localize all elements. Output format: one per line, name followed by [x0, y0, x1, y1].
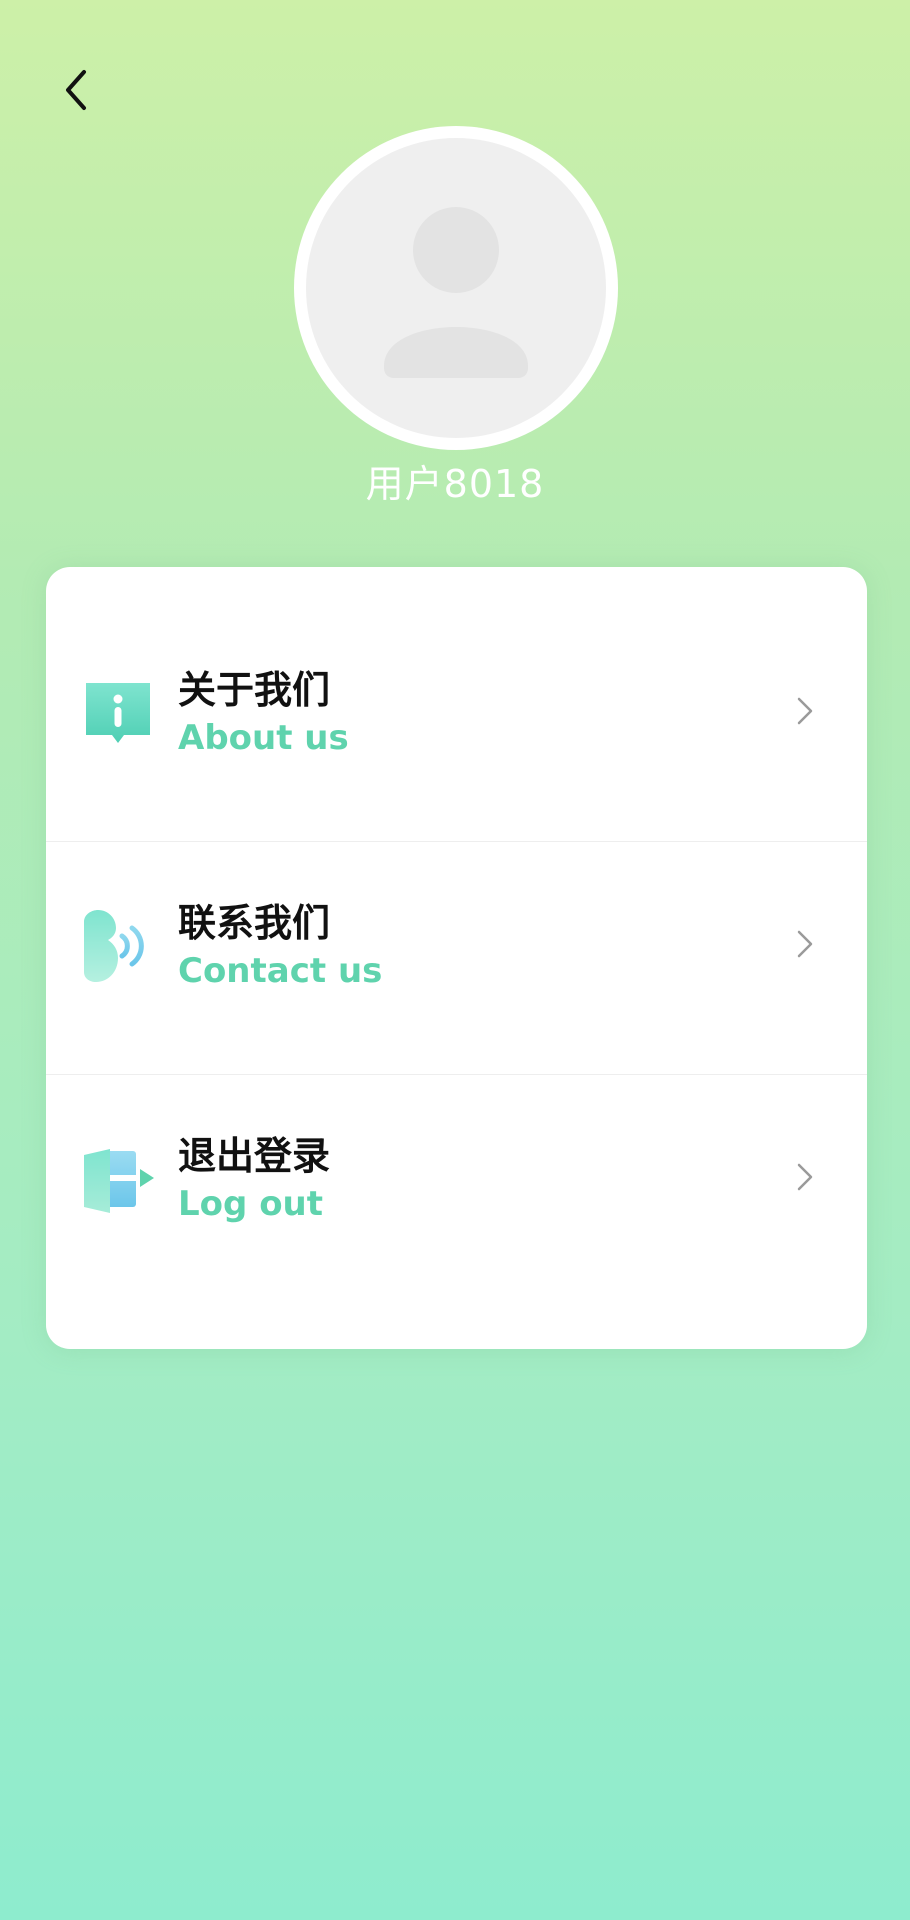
username: 用户8018	[365, 462, 545, 506]
menu-item-subtitle: Log out	[178, 1184, 324, 1224]
default-user-avatar-icon	[384, 207, 528, 378]
avatar-image	[306, 138, 606, 438]
menu-item-subtitle: About us	[178, 718, 349, 758]
menu-item-contact-us[interactable]: 联系我们 Contact us	[46, 828, 867, 1060]
menu-item-subtitle: Contact us	[178, 951, 383, 991]
chevron-left-icon	[66, 70, 86, 110]
chevron-right-icon	[795, 695, 815, 727]
menu-card: 关于我们 About us 联系我们 Contact us 退出登录 Log o…	[46, 567, 867, 1349]
menu-item-log-out[interactable]: 退出登录 Log out	[46, 1061, 867, 1293]
menu-item-title: 关于我们	[178, 668, 331, 712]
menu-item-title: 退出登录	[178, 1134, 331, 1178]
chevron-right-icon	[795, 928, 815, 960]
menu-item-about-us[interactable]: 关于我们 About us	[46, 595, 867, 827]
menu-item-title: 联系我们	[178, 901, 331, 945]
chevron-right-icon	[795, 1161, 815, 1193]
contact-icon	[80, 908, 156, 984]
back-button[interactable]	[48, 54, 108, 126]
avatar[interactable]	[294, 126, 618, 450]
logout-icon	[80, 1141, 156, 1217]
info-icon	[80, 675, 156, 751]
